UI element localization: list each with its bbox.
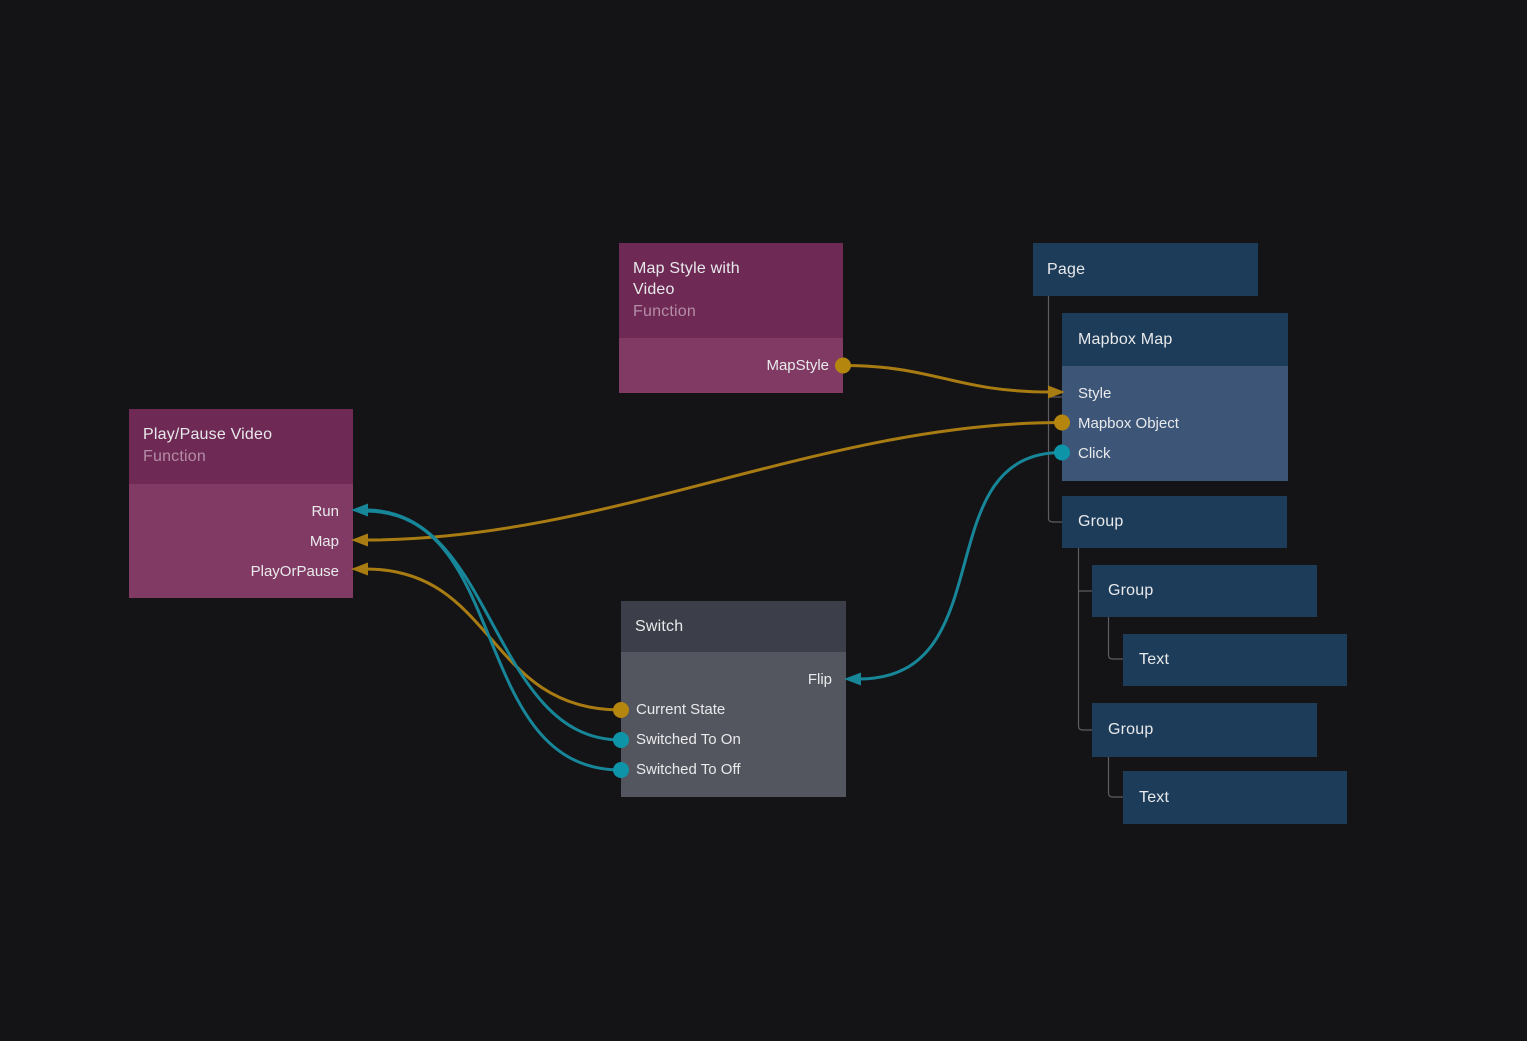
node-title: Play/Pause Video [143, 424, 339, 445]
node-switch[interactable]: Switch Flip Current State Switched To On… [621, 601, 846, 797]
node-title[interactable]: Mapbox Map [1062, 313, 1288, 366]
port-style-input[interactable]: Style [1062, 378, 1288, 408]
node-mapbox-map[interactable]: Mapbox Map Style Mapbox Object Click [1062, 313, 1288, 481]
port-click-output[interactable]: Click [1062, 438, 1288, 468]
node-ports: Flip Current State Switched To On Switch… [621, 652, 846, 797]
node-group-child-1[interactable]: Group [1092, 565, 1317, 617]
port-label: Click [1078, 445, 1111, 462]
arrowhead-flip-input [844, 673, 861, 686]
node-header[interactable]: Map Style with Video Function [619, 243, 843, 338]
port-switched-to-on-output[interactable]: Switched To On [621, 724, 846, 754]
node-subtitle: Function [633, 301, 829, 322]
node-play-pause-video[interactable]: Play/Pause Video Function Run Map PlayOr… [129, 409, 353, 598]
arrowhead-run-input [351, 504, 368, 517]
node-group-parent[interactable]: Group [1062, 496, 1287, 548]
wire-switched-to-on-to-run[interactable] [366, 510, 621, 740]
port-label: Flip [808, 671, 832, 688]
node-ports: Run Map PlayOrPause [129, 484, 353, 598]
wire-current-state-to-playorpause[interactable] [366, 569, 621, 710]
port-run-input[interactable]: Run [129, 496, 353, 526]
tree-line-group-children [1079, 548, 1093, 730]
node-title[interactable]: Text [1123, 634, 1347, 686]
port-label: Run [311, 503, 339, 520]
port-switched-to-off-output[interactable]: Switched To Off [621, 754, 846, 784]
node-title[interactable]: Page [1033, 243, 1258, 296]
tree-line-group3-text [1109, 757, 1124, 797]
port-label: Current State [636, 701, 725, 718]
port-flip-input[interactable]: Flip [621, 664, 846, 694]
port-label: Switched To Off [636, 761, 741, 778]
wire-mapstyle-to-style[interactable] [843, 366, 1050, 393]
wire-switched-to-off-to-run[interactable] [366, 511, 621, 770]
tree-line-group2-text [1109, 617, 1124, 659]
wire-click-to-flip[interactable] [859, 453, 1062, 680]
node-title[interactable]: Group [1062, 496, 1287, 548]
node-text-2[interactable]: Text [1123, 771, 1347, 824]
port-current-state-output[interactable]: Current State [621, 694, 846, 724]
node-title[interactable]: Group [1092, 703, 1317, 757]
port-label: Map [310, 533, 339, 550]
node-map-style-with-video[interactable]: Map Style with Video Function MapStyle [619, 243, 843, 393]
tree-line-page-children [1049, 296, 1063, 522]
port-label: Mapbox Object [1078, 415, 1179, 432]
node-ports: Style Mapbox Object Click [1062, 366, 1288, 481]
wire-mapbox-object-to-map[interactable] [366, 423, 1062, 541]
node-group-child-2[interactable]: Group [1092, 703, 1317, 757]
port-label: Switched To On [636, 731, 741, 748]
port-playorpause-input[interactable]: PlayOrPause [129, 556, 353, 586]
port-label: Style [1078, 385, 1111, 402]
port-label: PlayOrPause [251, 563, 339, 580]
arrowhead-map-input [351, 534, 368, 547]
node-subtitle: Function [143, 446, 339, 467]
port-label: MapStyle [766, 357, 829, 374]
node-page[interactable]: Page [1033, 243, 1258, 296]
port-mapbox-object-output[interactable]: Mapbox Object [1062, 408, 1288, 438]
node-text-1[interactable]: Text [1123, 634, 1347, 686]
node-title: Map Style with Video [633, 258, 783, 300]
port-map-input[interactable]: Map [129, 526, 353, 556]
port-mapstyle-output[interactable]: MapStyle [619, 338, 843, 393]
arrowhead-playorpause-input [351, 563, 368, 576]
node-header[interactable]: Play/Pause Video Function [129, 409, 353, 484]
node-title[interactable]: Switch [621, 601, 846, 652]
node-title[interactable]: Text [1123, 771, 1347, 824]
node-title[interactable]: Group [1092, 565, 1317, 617]
node-editor-canvas[interactable]: Map Style with Video Function MapStyle P… [0, 0, 1527, 1041]
